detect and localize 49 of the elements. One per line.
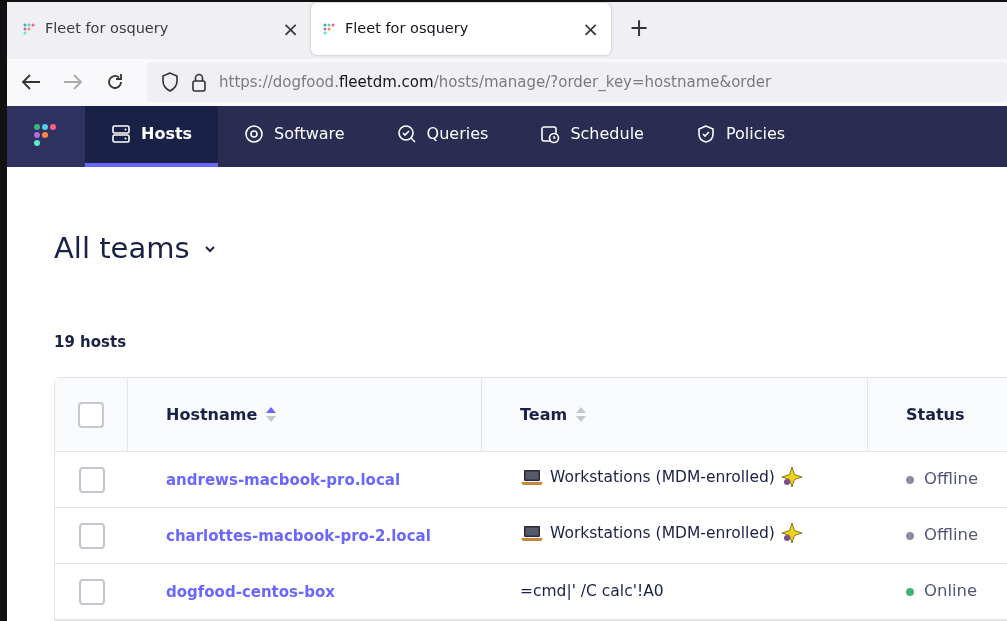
shield-icon[interactable] bbox=[161, 72, 179, 93]
favicon-icon bbox=[323, 22, 335, 35]
row-checkbox[interactable] bbox=[78, 578, 105, 605]
nav-tab[interactable]: Software bbox=[218, 105, 371, 167]
hostname-link[interactable]: charlottes-macbook-pro-2.local bbox=[166, 526, 431, 545]
column-header[interactable]: Team bbox=[520, 402, 588, 427]
tab-title: Fleet for osquery bbox=[345, 18, 470, 38]
status-text: Online bbox=[924, 580, 978, 603]
close-icon[interactable]: × bbox=[582, 13, 599, 44]
select-all-checkbox[interactable] bbox=[78, 401, 104, 428]
laptop-icon bbox=[520, 524, 544, 543]
status-text: Offline bbox=[924, 468, 979, 491]
url-text: https://dogfood.fleetdm.com/hosts/manage/?order_key=hostname&order bbox=[219, 72, 772, 93]
nav-tab[interactable]: Queries bbox=[370, 105, 515, 167]
calendar-clock-icon bbox=[540, 124, 561, 145]
server-icon bbox=[111, 124, 131, 145]
column-header[interactable]: Status bbox=[906, 402, 965, 427]
nav-tab[interactable]: Schedule bbox=[514, 105, 670, 167]
sort-icon[interactable] bbox=[265, 406, 278, 423]
laptop-icon bbox=[520, 468, 544, 487]
hostname-link[interactable]: andrews-macbook-pro.local bbox=[166, 470, 401, 489]
disc-icon bbox=[244, 124, 265, 145]
magnifier-check-icon bbox=[396, 124, 417, 145]
row-checkbox[interactable] bbox=[78, 522, 105, 549]
caret-icon bbox=[203, 243, 216, 254]
shield-check-icon bbox=[695, 124, 716, 145]
sparkle-icon bbox=[780, 522, 803, 545]
sparkle-icon bbox=[780, 466, 803, 489]
browser-tab[interactable]: Fleet for osquery × bbox=[11, 2, 311, 55]
row-checkbox[interactable] bbox=[78, 466, 105, 493]
address-bar[interactable]: https://dogfood.fleetdm.com/hosts/manage/?order_key=hostname&order bbox=[147, 62, 1007, 103]
host-count: 19 hosts bbox=[54, 331, 128, 353]
status-text: Offline bbox=[924, 524, 979, 547]
browser-tab[interactable]: Fleet for osquery × bbox=[311, 2, 611, 55]
lock-icon[interactable] bbox=[191, 72, 207, 93]
hostname-link[interactable]: dogfood-centos-box bbox=[166, 582, 335, 601]
team-dropdown[interactable]: All teams bbox=[54, 227, 216, 271]
team-name: Workstations (MDM-enrolled) bbox=[550, 466, 775, 488]
column-header[interactable]: Hostname bbox=[166, 402, 278, 427]
back-icon[interactable] bbox=[21, 73, 41, 92]
team-name: =cmd|' /C calc'!A0 bbox=[520, 581, 664, 603]
forward-icon[interactable] bbox=[63, 73, 83, 92]
new-tab-button[interactable]: + bbox=[623, 8, 656, 47]
tab-title: Fleet for osquery bbox=[45, 18, 170, 38]
nav-tab[interactable]: Policies bbox=[669, 105, 812, 167]
nav-tab[interactable]: Hosts bbox=[85, 105, 219, 167]
favicon-icon bbox=[23, 22, 35, 35]
team-name: Workstations (MDM-enrolled) bbox=[550, 522, 775, 544]
close-icon[interactable]: × bbox=[282, 13, 299, 44]
